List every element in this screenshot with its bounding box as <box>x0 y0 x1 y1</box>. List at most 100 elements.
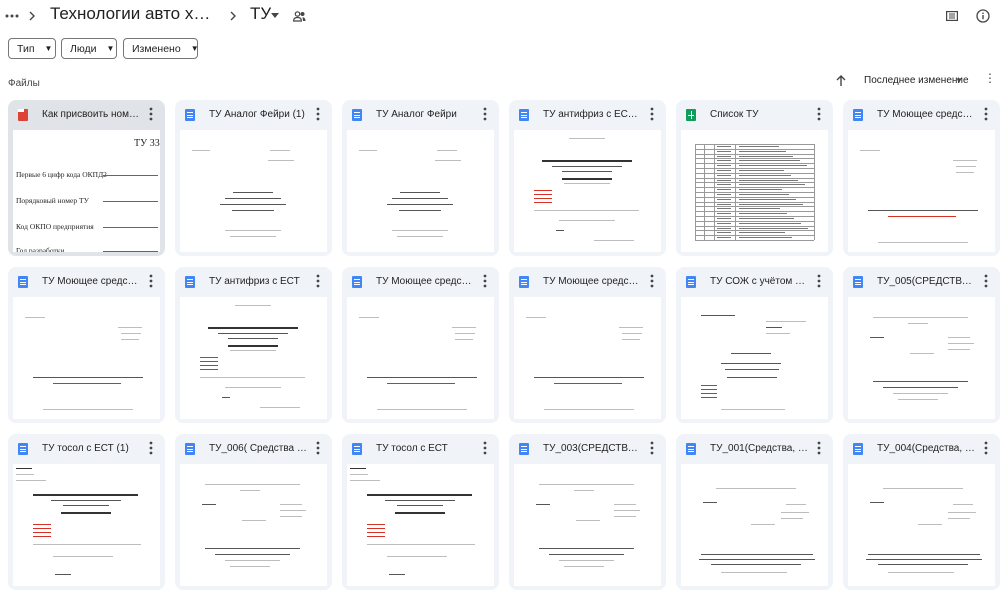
icon-stroke <box>688 448 694 450</box>
more-vert-icon[interactable] <box>648 107 656 123</box>
more-vert-icon[interactable] <box>314 441 322 457</box>
file-card[interactable]: ТУ Моющее средство <box>8 267 165 423</box>
preview-line <box>526 317 546 318</box>
preview-line <box>574 490 594 491</box>
icon-stroke <box>521 114 527 116</box>
preview-line <box>866 559 982 560</box>
table-row-line <box>695 206 814 208</box>
preview-line <box>230 236 276 237</box>
preview-line <box>576 520 600 521</box>
preview-line <box>63 505 109 506</box>
arrow-up-icon[interactable] <box>836 74 848 88</box>
cell-text <box>739 232 785 234</box>
more-horiz-icon[interactable] <box>4 8 20 24</box>
more-vert-icon[interactable] <box>147 441 155 457</box>
file-card[interactable]: ТУ_001(Средства, б... <box>676 434 833 590</box>
cell-text <box>739 194 789 195</box>
preview-line <box>200 357 218 358</box>
more-vert-icon[interactable] <box>481 274 489 290</box>
more-vert-icon[interactable] <box>815 274 823 290</box>
preview-line <box>280 516 302 517</box>
more-vert-icon[interactable] <box>481 441 489 457</box>
file-card[interactable]: ТУ_005(СРЕДСТВА ... <box>843 267 1000 423</box>
docs-file-icon <box>185 443 195 455</box>
filter-modified-chip[interactable]: Изменено ▼ <box>123 38 199 59</box>
file-card[interactable]: ТУ Моющее средство <box>342 267 499 423</box>
sort-caret-down-icon[interactable]: ▼ <box>955 76 963 85</box>
icon-stroke <box>20 448 26 450</box>
filter-type-chip[interactable]: Тип ▼ <box>8 38 56 59</box>
preview-line <box>367 528 385 529</box>
sort-by-button[interactable]: Последнее изменение <box>864 75 969 86</box>
folder-menu-caret-icon[interactable] <box>270 11 280 19</box>
file-card[interactable]: ТУ СОЖ с учётом ЕСТ <box>676 267 833 423</box>
shared-people-icon[interactable] <box>291 8 307 24</box>
preview-caption: Год разработки <box>16 246 65 252</box>
file-card[interactable]: ТУ Аналог Фейри <box>342 100 499 256</box>
docs-file-icon <box>686 443 696 455</box>
more-vert-icon[interactable]: ⋮ <box>984 72 996 84</box>
file-card-header: Как присвоить номер ТУ <box>8 100 165 130</box>
more-vert-icon[interactable] <box>815 441 823 457</box>
file-card[interactable]: ТУ Моющее средство <box>843 100 1000 256</box>
preview-line <box>392 230 448 231</box>
file-card[interactable]: ТУ тосол с ЕСТ <box>342 434 499 590</box>
docs-file-icon <box>519 443 529 455</box>
preview-line <box>569 138 605 139</box>
icon-stroke <box>354 117 360 118</box>
preview-line <box>727 377 777 378</box>
preview-line <box>619 327 643 328</box>
icon-stroke <box>855 114 861 116</box>
file-card[interactable]: ТУ Аналог Фейри (1) <box>175 100 332 256</box>
docs-file-icon <box>519 109 529 121</box>
icon-stroke <box>354 448 360 450</box>
cell-text <box>717 213 731 215</box>
table-row-line <box>695 211 814 213</box>
file-card[interactable]: ТУ антифриз с ЕСТ <box>175 267 332 423</box>
more-vert-icon[interactable] <box>314 107 322 123</box>
preview-line <box>948 349 970 350</box>
table-col-line <box>714 144 715 240</box>
preview-caption: Порядковый номер ТУ <box>16 196 89 205</box>
more-vert-icon[interactable] <box>147 274 155 290</box>
preview-line <box>751 524 775 525</box>
icon-stroke <box>187 284 193 285</box>
preview-line <box>534 210 639 211</box>
docs-file-icon <box>352 443 362 455</box>
file-card[interactable]: ТУ Моющее средство <box>509 267 666 423</box>
filter-people-chip[interactable]: Люди ▼ <box>61 38 117 59</box>
cell-text <box>739 184 805 186</box>
more-vert-icon[interactable] <box>314 274 322 290</box>
file-card[interactable]: ТУ_003(СРЕДСТВА ... <box>509 434 666 590</box>
preview-line <box>948 518 970 519</box>
file-card[interactable]: ТУ_006( Средства ч... <box>175 434 332 590</box>
table-row-line <box>695 144 814 145</box>
details-panel-icon[interactable] <box>944 8 960 24</box>
cell-text <box>739 208 780 210</box>
file-card[interactable]: Список ТУ <box>676 100 833 256</box>
preview-line <box>367 524 385 525</box>
info-icon[interactable] <box>974 7 992 25</box>
more-vert-icon[interactable] <box>481 107 489 123</box>
file-card[interactable]: Как присвоить номер ТУ ТУ 33 Первые 6 цифр… <box>8 100 165 256</box>
breadcrumb-parent-folder[interactable]: Технологии авто химии <box>50 4 216 24</box>
more-vert-icon[interactable] <box>982 107 990 123</box>
more-vert-icon[interactable] <box>648 274 656 290</box>
file-card[interactable]: ТУ антифриз с ЕСТ (1) <box>509 100 666 256</box>
breadcrumb-current-folder[interactable]: ТУ <box>250 4 271 24</box>
file-card[interactable]: ТУ тосол с ЕСТ (1) <box>8 434 165 590</box>
preview-line <box>781 518 803 519</box>
preview-line <box>51 500 121 501</box>
icon-stroke <box>521 446 527 447</box>
more-vert-icon[interactable] <box>982 441 990 457</box>
preview-line <box>455 339 473 340</box>
preview-line <box>868 210 978 211</box>
preview-line <box>614 510 640 511</box>
more-vert-icon[interactable] <box>648 441 656 457</box>
more-vert-icon[interactable] <box>982 274 990 290</box>
file-card[interactable]: ТУ_004(Средства, б... <box>843 434 1000 590</box>
preview-line <box>225 198 281 199</box>
more-vert-icon[interactable] <box>147 107 155 123</box>
more-vert-icon[interactable] <box>815 107 823 123</box>
table-row-line <box>695 230 814 232</box>
